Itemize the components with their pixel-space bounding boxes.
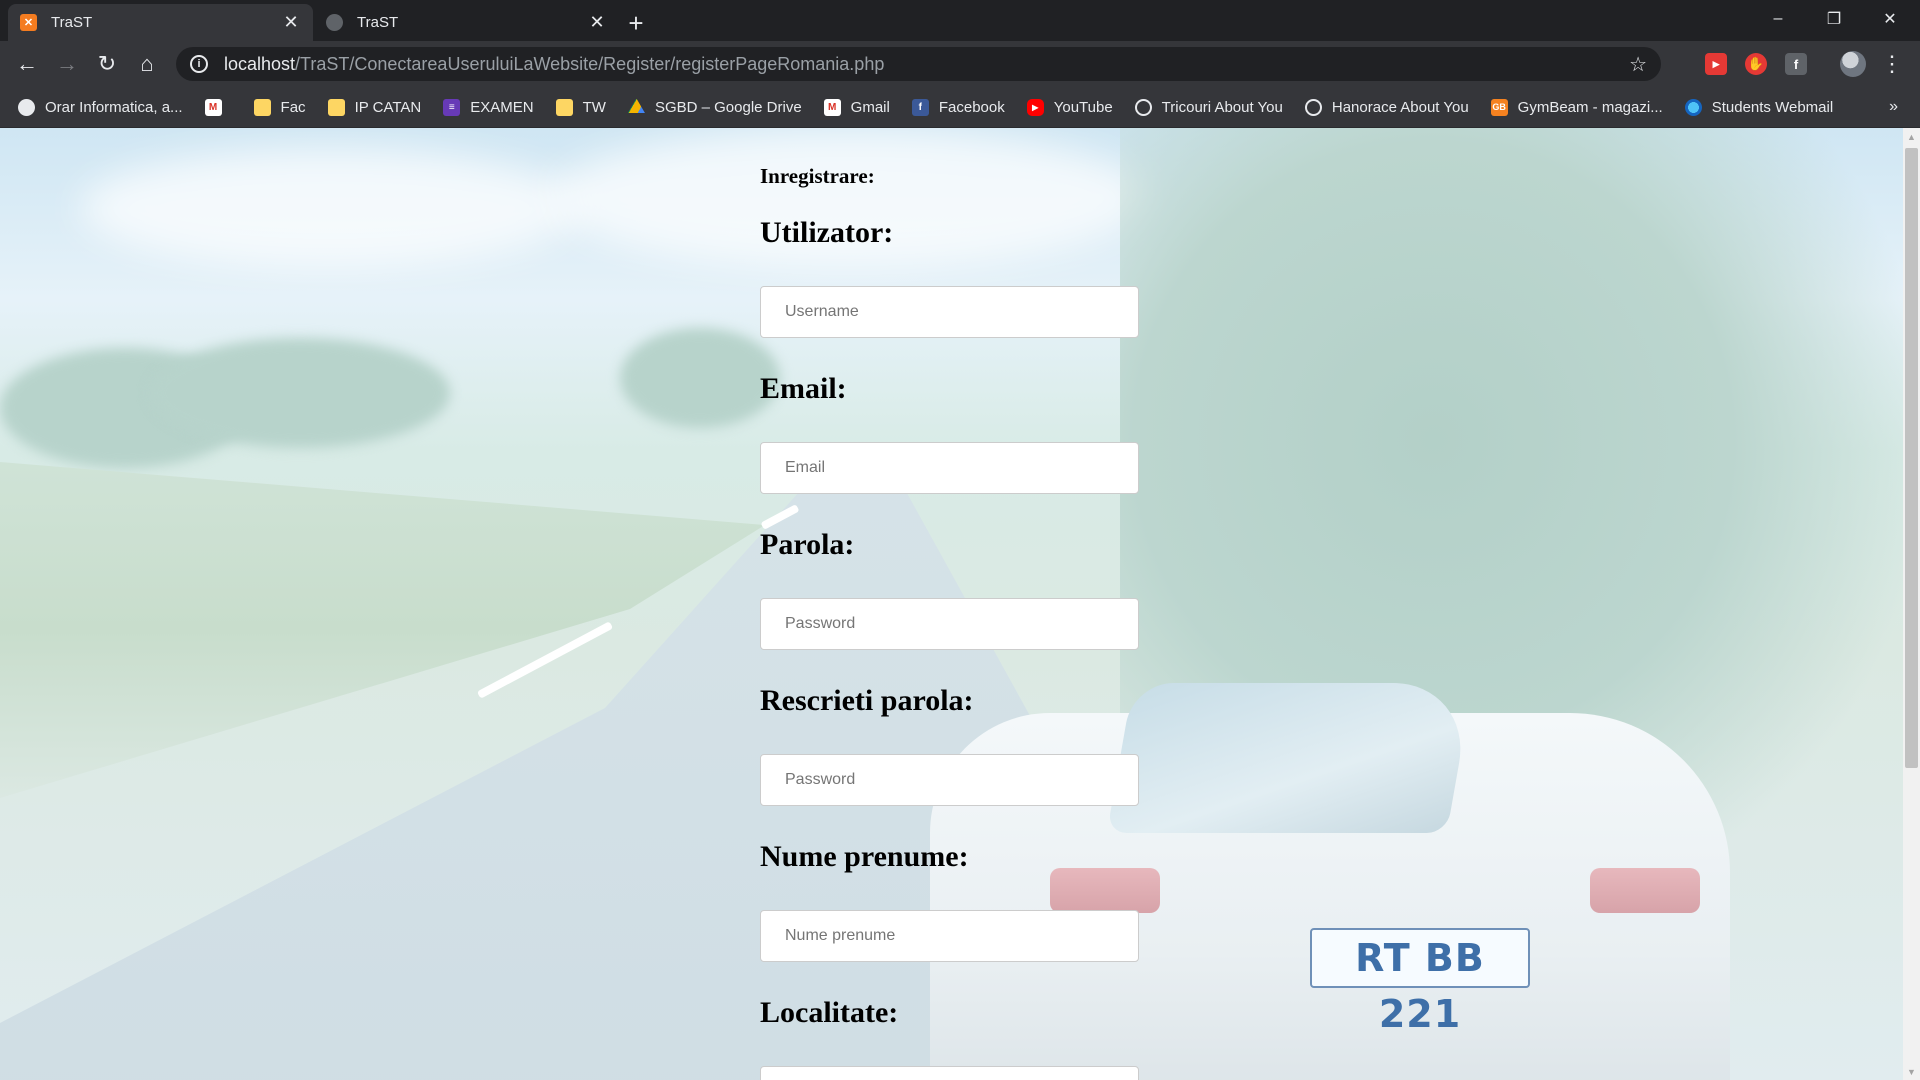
xampp-icon: ✕	[20, 14, 37, 31]
tab-trast-active[interactable]: ✕ TraST ✕	[8, 4, 313, 41]
bookmark-star-icon[interactable]: ☆	[1629, 52, 1647, 77]
bookmarks-bar: Orar Informatica, a... M Fac IP CATAN ≡ …	[0, 87, 1920, 128]
scroll-thumb[interactable]	[1905, 148, 1918, 768]
close-icon[interactable]: ✕	[587, 12, 607, 33]
close-icon[interactable]: ✕	[281, 12, 301, 33]
username-label: Utilizator:	[760, 216, 894, 249]
globe-icon	[18, 98, 35, 116]
address-bar[interactable]: i localhost/TraST/ConectareaUseruluiLaWe…	[176, 47, 1661, 81]
extension-red-icon[interactable]: ▸	[1705, 53, 1727, 75]
bookmark-tw[interactable]: TW	[555, 98, 606, 116]
bookmarks-more-icon[interactable]: »	[1889, 98, 1898, 116]
webmail-icon	[1684, 98, 1702, 116]
drive-icon	[627, 98, 645, 113]
full-name-input[interactable]	[760, 910, 1139, 962]
tab-trast[interactable]: TraST ✕	[314, 4, 619, 41]
bookmark-students-webmail[interactable]: Students Webmail	[1684, 98, 1833, 116]
bookmark-youtube[interactable]: ▶ YouTube	[1026, 98, 1113, 116]
email-label: Email:	[760, 372, 847, 405]
scroll-up-arrow-icon[interactable]: ▲	[1903, 128, 1920, 145]
toolbar: ← → ↻ ⌂ i localhost/TraST/ConectareaUser…	[0, 41, 1920, 87]
back-button[interactable]: ←	[11, 48, 43, 80]
close-window-button[interactable]: ✕	[1862, 0, 1918, 38]
form-title: Inregistrare:	[760, 164, 875, 188]
gmail-icon: M	[823, 98, 841, 116]
reload-button[interactable]: ↻	[91, 48, 123, 80]
bookmark-facebook[interactable]: f Facebook	[911, 98, 1005, 116]
youtube-icon: ▶	[1026, 98, 1044, 116]
facebook-icon: f	[911, 98, 929, 116]
email-input[interactable]	[760, 442, 1139, 494]
info-icon[interactable]: i	[190, 55, 208, 73]
gmail-icon: M	[204, 98, 222, 116]
page-viewport: RT BB 221 Inregistrare: Utilizator: Emai…	[0, 128, 1903, 1080]
facebook-extension-icon[interactable]: f	[1785, 53, 1807, 75]
bookmark-hanorace[interactable]: Hanorace About You	[1304, 98, 1469, 116]
gymbeam-icon: GB	[1490, 98, 1508, 116]
bookmark-gymbeam[interactable]: GB GymBeam - magazi...	[1490, 98, 1663, 116]
bookmark-tricouri[interactable]: Tricouri About You	[1134, 98, 1283, 116]
tab-strip: ✕ TraST ✕ TraST ✕ + – ❐ ✕	[0, 0, 1920, 41]
tab-title: TraST	[357, 14, 399, 31]
profile-avatar[interactable]	[1840, 51, 1866, 77]
password-label: Parola:	[760, 528, 855, 561]
new-tab-button[interactable]: +	[621, 8, 651, 38]
username-input[interactable]	[760, 286, 1139, 338]
url-text[interactable]: localhost/TraST/ConectareaUseruluiLaWebs…	[224, 54, 884, 75]
scroll-down-arrow-icon[interactable]: ▼	[1903, 1063, 1920, 1080]
car-image: RT BB 221	[910, 653, 1740, 1080]
menu-icon[interactable]: ⋮	[1880, 51, 1904, 77]
folder-icon	[555, 98, 573, 116]
bookmark-examen[interactable]: ≡ EXAMEN	[443, 98, 534, 116]
forward-button[interactable]: →	[51, 48, 83, 80]
city-input[interactable]	[760, 1066, 1139, 1080]
restore-button[interactable]: ❐	[1806, 0, 1862, 38]
bookmark-gmail-icon-only[interactable]: M	[204, 98, 232, 116]
license-plate: RT BB 221	[1310, 928, 1530, 1036]
bookmark-fac[interactable]: Fac	[253, 98, 306, 116]
adblock-icon[interactable]: ✋	[1745, 53, 1767, 75]
full-name-label: Nume prenume:	[760, 840, 969, 873]
city-label: Localitate:	[760, 996, 899, 1029]
globe-icon	[326, 14, 343, 31]
bookmark-orar[interactable]: Orar Informatica, a...	[18, 98, 183, 116]
aboutyou-icon	[1134, 98, 1152, 116]
bookmark-gmail[interactable]: M Gmail	[823, 98, 890, 116]
folder-icon	[253, 98, 271, 116]
aboutyou-icon	[1304, 98, 1322, 116]
confirm-password-input[interactable]	[760, 754, 1139, 806]
confirm-password-label: Rescrieti parola:	[760, 684, 974, 717]
folder-icon	[327, 98, 345, 116]
tab-title: TraST	[51, 14, 93, 31]
forms-icon: ≡	[443, 98, 461, 116]
bookmark-sgbd-drive[interactable]: SGBD – Google Drive	[627, 98, 802, 116]
page-scrollbar[interactable]: ▲ ▼	[1903, 128, 1920, 1080]
password-input[interactable]	[760, 598, 1139, 650]
bookmark-ip-catan[interactable]: IP CATAN	[327, 98, 421, 116]
home-button[interactable]: ⌂	[131, 48, 163, 80]
minimize-button[interactable]: –	[1750, 0, 1806, 38]
